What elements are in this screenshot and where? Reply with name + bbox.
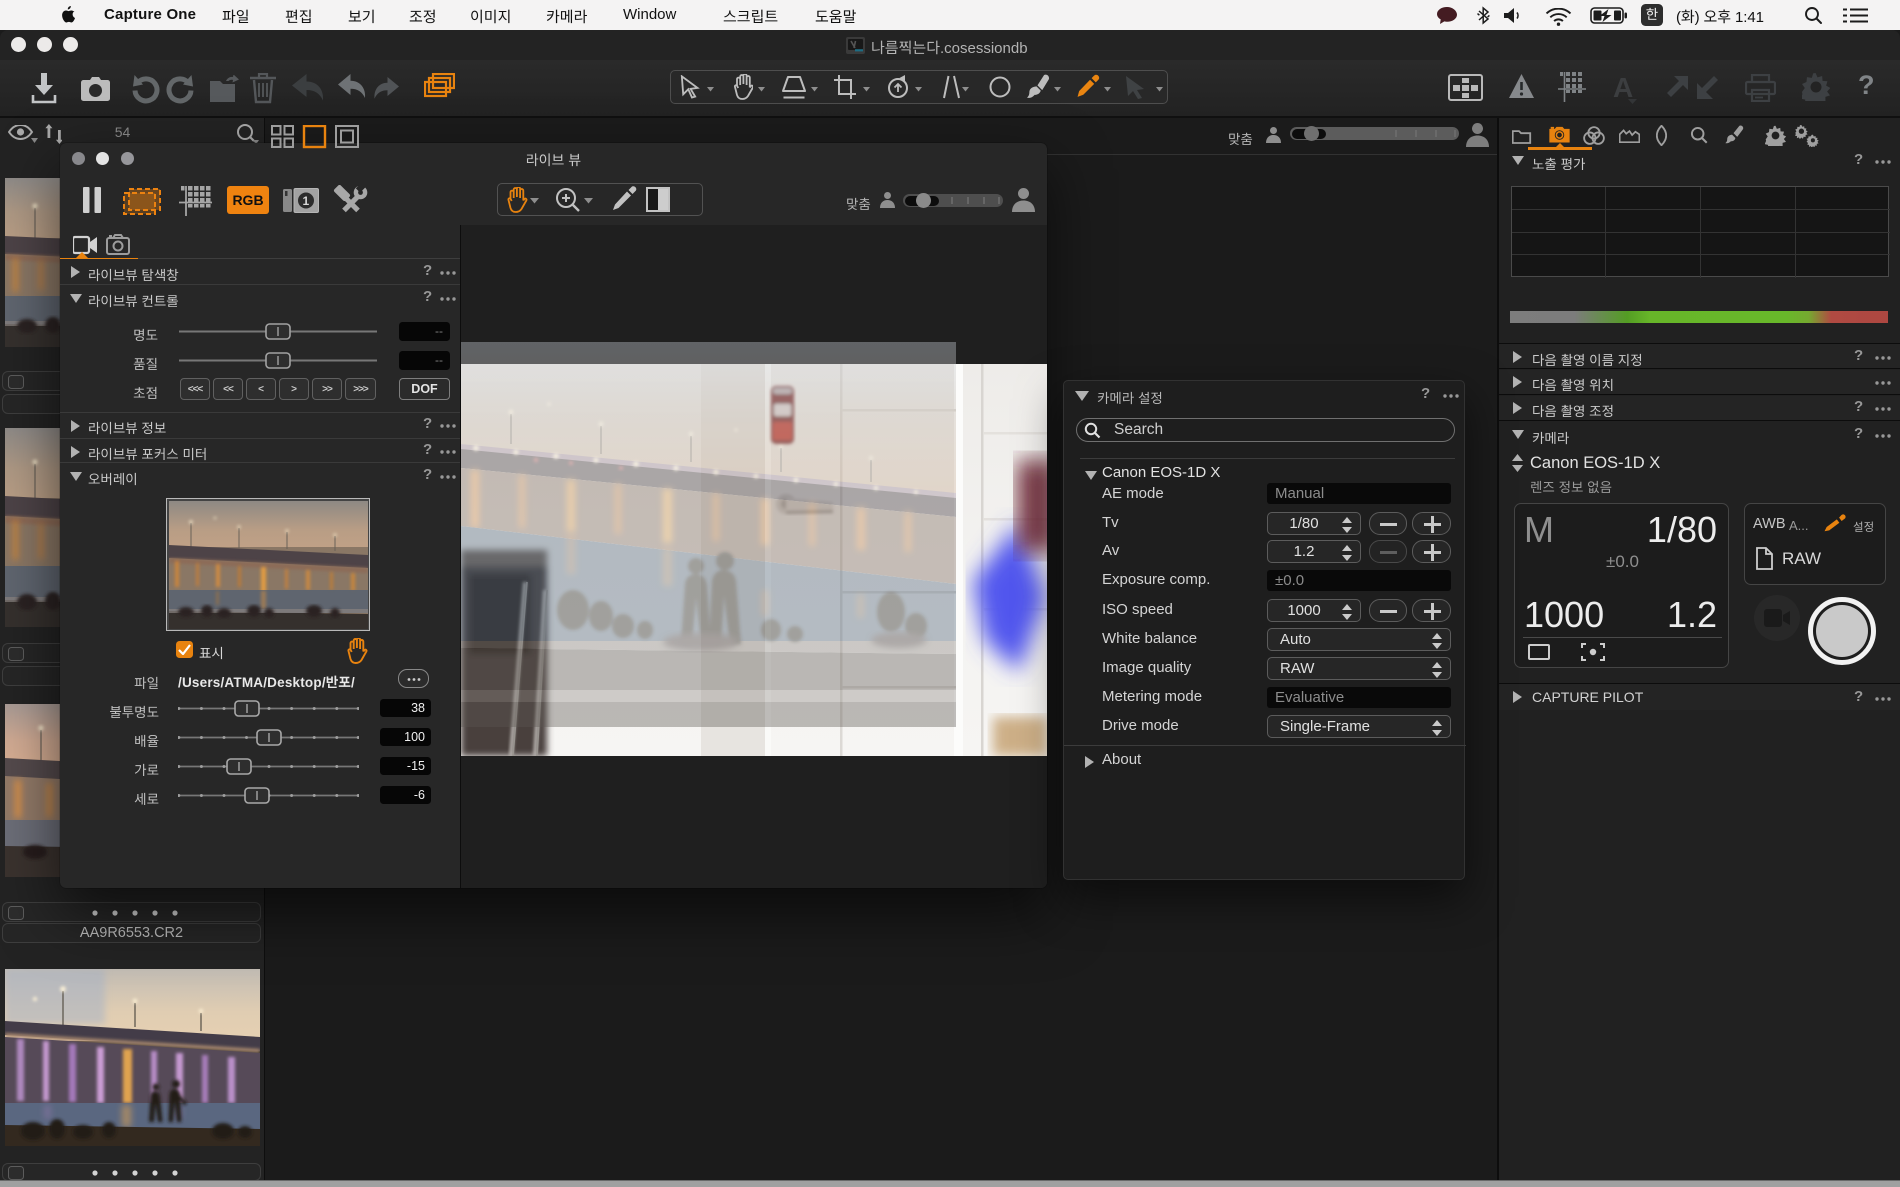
svg-text:1: 1 [303,194,310,208]
svg-text:A: A [1613,73,1633,103]
